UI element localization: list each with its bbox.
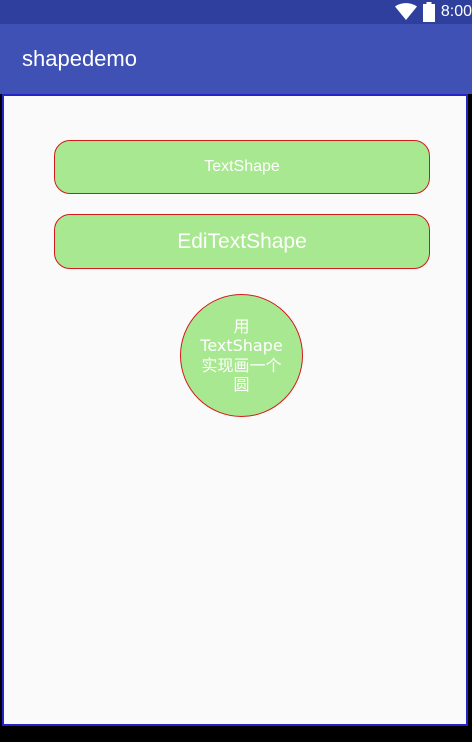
circle-text-line: 实现画一个 [201, 355, 282, 375]
screen: 8:00 shapedemo TextShape EdiTextShape 用 … [0, 0, 472, 742]
status-bar: 8:00 [0, 0, 472, 24]
navigation-bar [0, 726, 472, 742]
circle-text: 用 TextShape 实现画一个 圆 [197, 317, 287, 394]
circle-text-shape[interactable]: 用 TextShape 实现画一个 圆 [180, 294, 303, 417]
content-area: TextShape EdiTextShape 用 TextShape 实现画一个… [2, 94, 468, 726]
battery-icon [422, 2, 435, 22]
clock: 8:00 [440, 3, 472, 20]
text-shape-view[interactable]: TextShape [54, 140, 430, 194]
circle-text-line: TextShape [200, 336, 283, 356]
circle-text-line: 用 [233, 317, 250, 337]
wifi-icon [394, 3, 417, 21]
app-title: shapedemo [22, 46, 137, 71]
edit-text-shape-field[interactable]: EdiTextShape [54, 214, 430, 269]
status-icons: 8:00 [394, 0, 472, 24]
app-bar: shapedemo [0, 24, 472, 94]
circle-text-line: 圆 [233, 374, 250, 394]
